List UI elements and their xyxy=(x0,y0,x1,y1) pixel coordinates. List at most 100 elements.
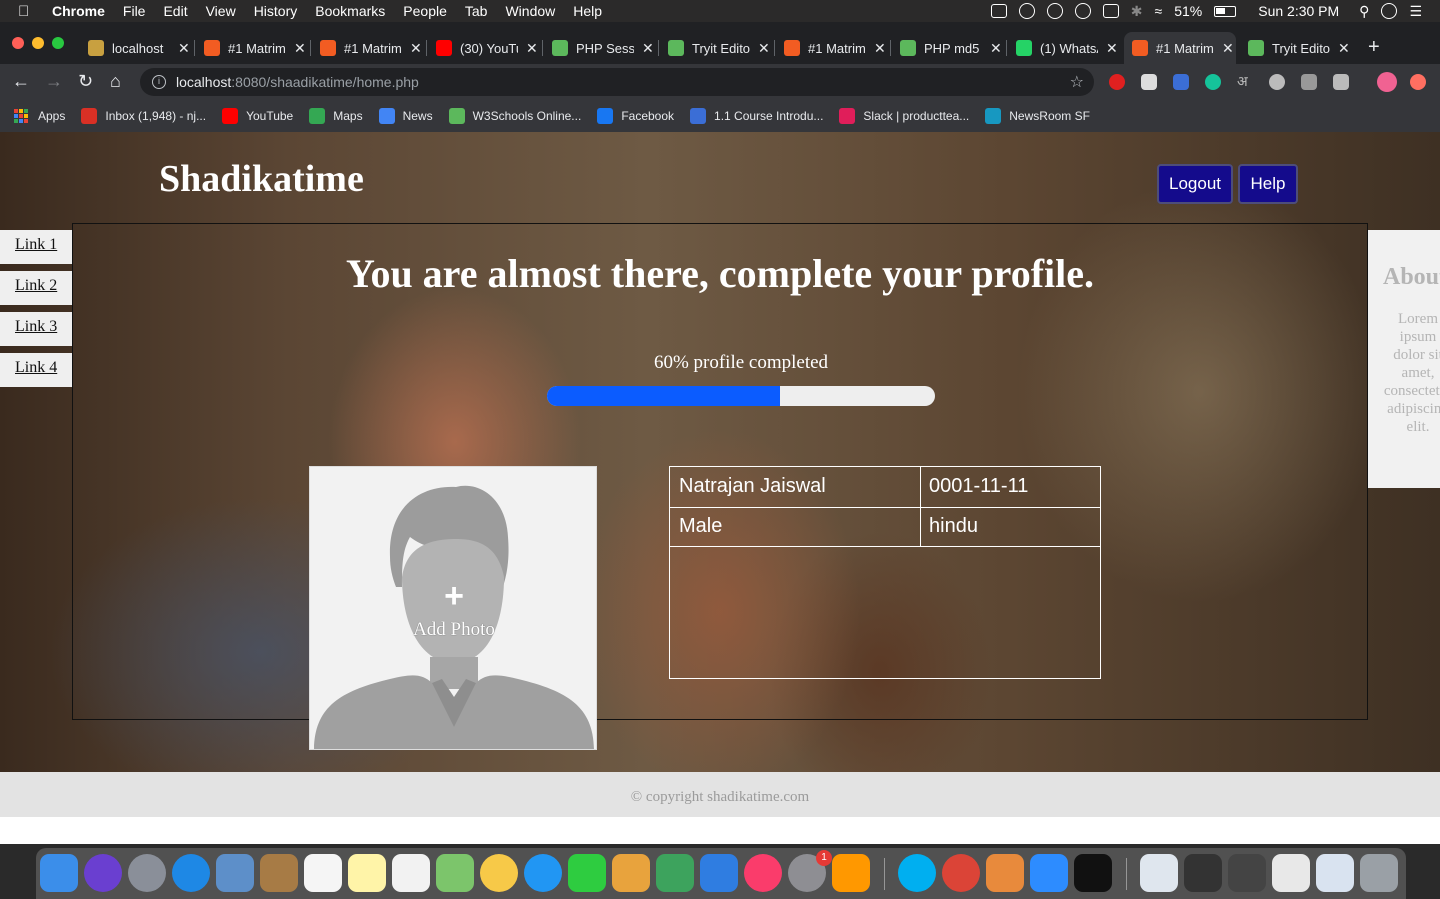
minimized-window-icon[interactable] xyxy=(1140,854,1178,892)
numbers-icon[interactable] xyxy=(656,854,694,892)
contacts-icon[interactable] xyxy=(260,854,298,892)
apps-shortcut[interactable]: Apps xyxy=(14,109,65,123)
clock[interactable]: Sun 2:30 PM xyxy=(1258,3,1339,19)
browser-tab[interactable]: (30) YouTube ✕ xyxy=(428,32,540,64)
bookmark-item[interactable]: Facebook xyxy=(597,108,674,124)
browser-tab[interactable]: Tryit Editor ✕ xyxy=(660,32,772,64)
close-tab-icon[interactable]: ✕ xyxy=(410,40,422,57)
notes-icon[interactable] xyxy=(348,854,386,892)
bookmark-star-icon[interactable]: ☆ xyxy=(1070,72,1084,92)
trash-icon[interactable] xyxy=(1360,854,1398,892)
sidebar-link-3[interactable]: Link 3 xyxy=(0,312,72,346)
minimize-window-button[interactable] xyxy=(32,37,44,49)
safari-icon[interactable] xyxy=(172,854,210,892)
extension-icon[interactable] xyxy=(1173,74,1189,90)
chrome-icon[interactable] xyxy=(942,854,980,892)
add-photo-label[interactable]: Add Photo xyxy=(310,619,596,641)
bookmark-item[interactable]: W3Schools Online... xyxy=(448,108,581,124)
forward-arrow-icon[interactable]: → xyxy=(45,71,63,92)
menu-tab[interactable]: Tab xyxy=(465,3,488,19)
close-tab-icon[interactable]: ✕ xyxy=(178,40,190,57)
new-tab-button[interactable]: + xyxy=(1368,36,1380,59)
close-tab-icon[interactable]: ✕ xyxy=(294,40,306,57)
browser-tab[interactable]: #1 Matrim ✕ xyxy=(312,32,424,64)
calendar-icon[interactable] xyxy=(304,854,342,892)
siri-icon[interactable] xyxy=(1381,3,1398,19)
bookmark-item[interactable]: News xyxy=(378,108,433,124)
siri-icon[interactable] xyxy=(84,854,122,892)
address-bar[interactable]: i localhost:8080/shaadikatime/home.php ☆ xyxy=(140,68,1094,96)
browser-tab[interactable]: #1 Matrim ✕ xyxy=(1124,32,1236,64)
menu-file[interactable]: File xyxy=(123,3,146,19)
close-tab-icon[interactable]: ✕ xyxy=(1106,40,1118,57)
grammarly-icon[interactable] xyxy=(1205,74,1221,90)
site-title[interactable]: Shadikatime xyxy=(159,157,364,201)
logout-button[interactable]: Logout xyxy=(1157,164,1233,204)
bluetooth-icon[interactable]: ✱ xyxy=(1131,3,1143,20)
zoom-icon[interactable] xyxy=(1030,854,1068,892)
menu-view[interactable]: View xyxy=(206,3,236,19)
battery-icon[interactable] xyxy=(1214,5,1237,17)
menu-window[interactable]: Window xyxy=(505,3,555,19)
messages-icon[interactable] xyxy=(524,854,562,892)
browser-tab[interactable]: #1 Matrim ✕ xyxy=(196,32,308,64)
close-tab-icon[interactable]: ✕ xyxy=(642,40,654,57)
browser-tab[interactable]: (1) WhatsApp ✕ xyxy=(1008,32,1120,64)
close-window-button[interactable] xyxy=(12,37,24,49)
terminal-icon[interactable] xyxy=(1074,854,1112,892)
add-photo-plus-icon[interactable]: + xyxy=(310,579,596,613)
skype-icon[interactable] xyxy=(898,854,936,892)
close-tab-icon[interactable]: ✕ xyxy=(874,40,886,57)
browser-tab[interactable]: #1 Matrim ✕ xyxy=(776,32,888,64)
extension-icon[interactable] xyxy=(1141,74,1157,90)
shield-icon[interactable] xyxy=(1046,3,1063,19)
close-tab-icon[interactable]: ✕ xyxy=(758,40,770,57)
bookmark-item[interactable]: 1.1 Course Introdu... xyxy=(690,108,823,124)
spotlight-icon[interactable]: ⚲ xyxy=(1359,3,1369,20)
bookmark-item[interactable]: YouTube xyxy=(222,108,293,124)
browser-tab[interactable]: PHP md5 ✕ xyxy=(892,32,1004,64)
reminders-icon[interactable] xyxy=(392,854,430,892)
extension-icon[interactable] xyxy=(1109,74,1125,90)
minimized-window-icon[interactable] xyxy=(1184,854,1222,892)
close-tab-icon[interactable]: ✕ xyxy=(526,40,538,57)
home-icon[interactable]: ⌂ xyxy=(110,71,121,92)
bookmark-item[interactable]: NewsRoom SF xyxy=(985,108,1090,124)
status-app-icon[interactable] xyxy=(1018,3,1035,19)
wifi-icon[interactable]: ≈ xyxy=(1155,3,1163,19)
battery-percent[interactable]: 51% xyxy=(1174,3,1202,19)
sidebar-link-4[interactable]: Link 4 xyxy=(0,353,72,387)
check-icon[interactable] xyxy=(1074,3,1091,19)
keynote-icon[interactable] xyxy=(700,854,738,892)
xampp-icon[interactable] xyxy=(986,854,1024,892)
itunes-icon[interactable] xyxy=(744,854,782,892)
extension-icon[interactable]: अ xyxy=(1237,72,1253,89)
back-arrow-icon[interactable]: ← xyxy=(12,71,30,92)
reload-icon[interactable]: ↻ xyxy=(78,71,93,92)
site-info-icon[interactable]: i xyxy=(152,75,166,89)
notification-center-icon[interactable]: ☰ xyxy=(1409,3,1422,20)
mail-icon[interactable] xyxy=(216,854,254,892)
menu-app-name[interactable]: Chrome xyxy=(52,3,105,19)
bookmark-item[interactable]: Slack | producttea... xyxy=(839,108,969,124)
maximize-window-button[interactable] xyxy=(52,37,64,49)
minimized-window-icon[interactable] xyxy=(1228,854,1266,892)
launchpad-icon[interactable] xyxy=(128,854,166,892)
menu-people[interactable]: People xyxy=(403,3,447,19)
help-button[interactable]: Help xyxy=(1238,164,1298,204)
bookmark-item[interactable]: Maps xyxy=(309,108,363,124)
screen-icon[interactable] xyxy=(990,4,1007,18)
extension-icon[interactable] xyxy=(1333,74,1349,90)
bookmark-item[interactable]: Inbox (1,948) - nj... xyxy=(81,108,206,124)
browser-tab[interactable]: PHP Session ✕ xyxy=(544,32,656,64)
minimized-window-icon[interactable] xyxy=(1316,854,1354,892)
profile-avatar[interactable] xyxy=(1377,72,1397,92)
finder-icon[interactable] xyxy=(40,854,78,892)
minimized-window-icon[interactable] xyxy=(1272,854,1310,892)
status-square-icon[interactable] xyxy=(1102,4,1119,18)
sublime-text-icon[interactable] xyxy=(832,854,870,892)
extension-icon[interactable] xyxy=(1269,74,1285,90)
extension-icon[interactable] xyxy=(1301,74,1317,90)
update-icon[interactable] xyxy=(1410,74,1426,90)
menu-edit[interactable]: Edit xyxy=(163,3,187,19)
